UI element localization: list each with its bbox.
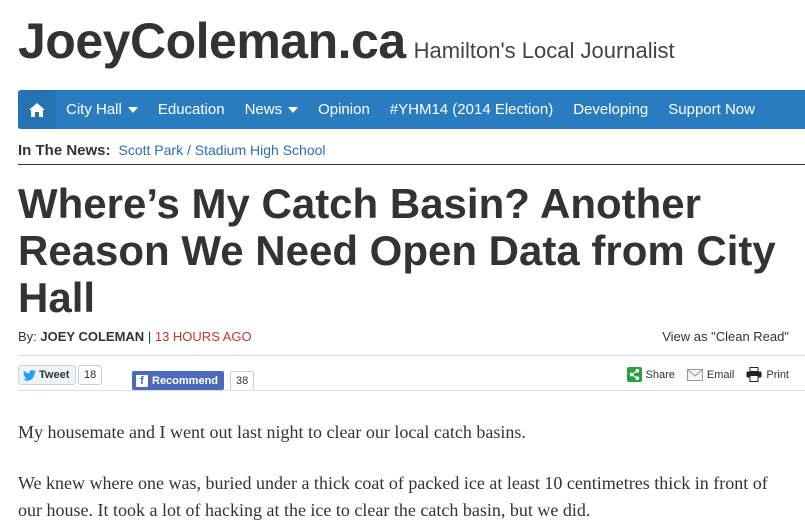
share-button[interactable]: Share bbox=[626, 367, 675, 382]
caret-down-icon bbox=[288, 106, 299, 113]
facebook-icon: f bbox=[136, 374, 148, 387]
share-label: Share bbox=[645, 368, 675, 381]
divider bbox=[18, 355, 805, 356]
nav-item-news[interactable]: News bbox=[235, 90, 309, 129]
twitter-bird-icon bbox=[23, 369, 36, 381]
article-title: Where’s My Catch Basin? Another Reason W… bbox=[18, 180, 776, 321]
nav-item-opinion[interactable]: Opinion bbox=[308, 90, 380, 129]
caret-down-icon bbox=[127, 106, 138, 113]
nav-item-label: Education bbox=[157, 101, 225, 118]
facebook-recommend-button[interactable]: f Recommend bbox=[132, 371, 225, 390]
nav-item-label: News bbox=[244, 101, 283, 118]
divider bbox=[18, 164, 805, 165]
facebook-count: 38 bbox=[230, 371, 255, 391]
byline-label: By: bbox=[18, 329, 37, 344]
in-the-news-label: In The News: bbox=[18, 142, 111, 159]
divider bbox=[18, 390, 805, 391]
in-the-news-link[interactable]: Scott Park / Stadium High School bbox=[119, 142, 326, 158]
email-label: Email bbox=[706, 368, 735, 381]
nav-item-election[interactable]: #YHM14 (2014 Election) bbox=[380, 90, 563, 129]
site-logo[interactable]: JoeyColeman.ca bbox=[18, 13, 406, 69]
nav-item-city-hall[interactable]: City Hall bbox=[56, 90, 148, 129]
email-button[interactable]: Email bbox=[686, 368, 735, 381]
author-link[interactable]: JOEY COLEMAN bbox=[40, 329, 144, 344]
home-icon bbox=[29, 102, 45, 117]
nav-item-label: Developing bbox=[573, 101, 649, 118]
nav-item-developing[interactable]: Developing bbox=[563, 90, 658, 129]
byline-separator: | bbox=[147, 329, 152, 344]
nav-item-label: Support Now bbox=[668, 101, 755, 118]
tweet-button[interactable]: Tweet bbox=[18, 365, 77, 385]
nav-item-label: City Hall bbox=[66, 101, 122, 118]
article-paragraph: We knew where one was, buried under a th… bbox=[18, 473, 768, 520]
tweet-label: Tweet bbox=[39, 369, 70, 381]
tweet-count: 18 bbox=[78, 365, 103, 385]
clean-read-link[interactable]: View as "Clean Read" bbox=[662, 329, 789, 344]
share-tools: Share Email Print bbox=[615, 367, 789, 382]
article-paragraph: My housemate and I went out last night t… bbox=[18, 422, 526, 442]
print-button[interactable]: Print bbox=[746, 367, 789, 382]
printer-icon bbox=[746, 367, 762, 382]
nav-item-education[interactable]: Education bbox=[148, 90, 235, 129]
publish-time: 13 HOURS AGO bbox=[154, 329, 252, 344]
print-label: Print bbox=[766, 368, 789, 381]
share-icon bbox=[626, 367, 642, 382]
site-tagline: Hamilton's Local Journalist bbox=[413, 38, 675, 63]
facebook-recommend-label: Recommend bbox=[152, 374, 219, 387]
main-navbar: City Hall Education News Opinion #YHM14 … bbox=[18, 90, 805, 129]
nav-item-label: Opinion bbox=[318, 101, 370, 118]
email-icon bbox=[686, 368, 703, 381]
in-the-news-bar: In The News: Scott Park / Stadium High Sc… bbox=[18, 142, 326, 159]
nav-home-button[interactable] bbox=[18, 90, 56, 129]
nav-item-label: #YHM14 (2014 Election) bbox=[389, 101, 554, 118]
site-header: JoeyColeman.ca Hamilton's Local Journalis… bbox=[18, 12, 675, 70]
byline: By: JOEY COLEMAN | 13 HOURS AGO bbox=[18, 329, 252, 344]
nav-item-support-now[interactable]: Support Now bbox=[658, 90, 765, 129]
